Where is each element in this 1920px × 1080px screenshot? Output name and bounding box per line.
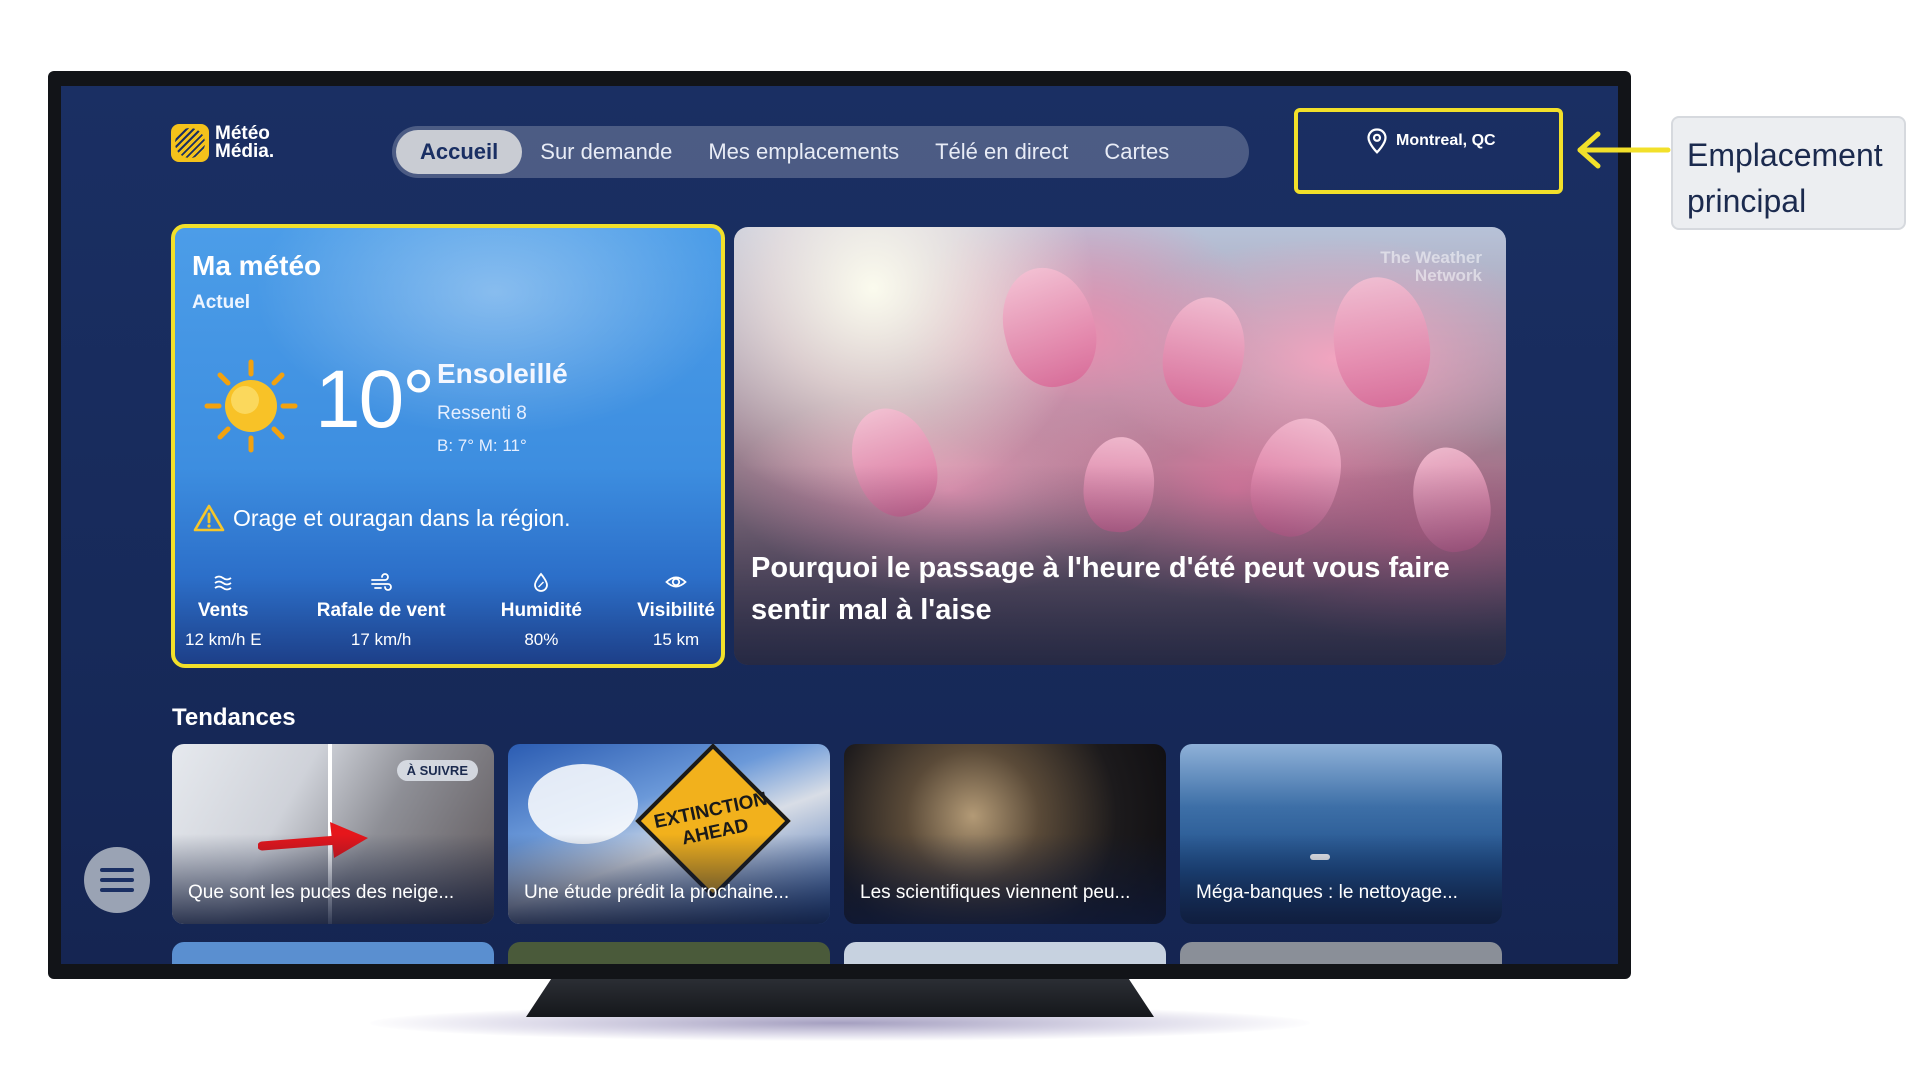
location-name: Montreal, QC — [1396, 132, 1496, 149]
flower-petal — [1325, 271, 1438, 413]
trending-card-partial[interactable] — [844, 942, 1166, 964]
stat-label: Vents — [197, 600, 249, 621]
stat-humidity: Humidité 80% — [501, 572, 582, 650]
hero-title: Pourquoi le passage à l'heure d'été peut… — [751, 552, 1450, 626]
temperature: 10° — [315, 354, 435, 445]
trending-card[interactable]: Les scientifiques viennent peu... — [844, 744, 1166, 924]
menu-button[interactable] — [84, 847, 150, 913]
card-title: Méga-banques : le nettoyage... — [1196, 882, 1458, 903]
tab-sur-demande[interactable]: Sur demande — [522, 130, 690, 174]
trending-card[interactable]: EXTINCTION AHEAD Une étude prédit la pro… — [508, 744, 830, 924]
alert-text: Orage et ouragan dans la région. — [233, 504, 571, 531]
main-nav: Accueil Sur demande Mes emplacements Tél… — [392, 126, 1249, 178]
tab-accueil[interactable]: Accueil — [396, 130, 523, 174]
humidity-icon — [534, 572, 549, 592]
hamburger-line — [100, 878, 134, 882]
weather-card-title: Ma météo — [192, 250, 322, 281]
card-title: Les scientifiques viennent peu... — [860, 882, 1131, 903]
tab-mes-emplacements[interactable]: Mes emplacements — [690, 130, 917, 174]
callout-arrow-icon — [1577, 131, 1671, 169]
trending-title: Tendances — [172, 704, 296, 731]
logo-text: Météo Média. — [215, 124, 275, 162]
trending-cards: À SUIVRE Que sont les puces des neige...… — [172, 744, 1508, 924]
card-shade — [172, 834, 494, 924]
feels-like: Ressenti 8 — [437, 403, 527, 424]
stat-value: 80% — [524, 630, 559, 649]
trending-card-partial[interactable] — [1180, 942, 1502, 964]
trending-card[interactable]: À SUIVRE Que sont les puces des neige... — [172, 744, 494, 924]
watermark-logo: The Weather Network — [1380, 249, 1482, 285]
weather-card-subtitle: Actuel — [192, 292, 251, 313]
map-pin-icon — [1367, 128, 1387, 154]
card-title: Que sont les puces des neige... — [188, 882, 455, 903]
wind-icon — [214, 575, 232, 591]
condition: Ensoleillé — [437, 358, 568, 389]
trending-card-partial[interactable] — [508, 942, 830, 964]
gust-icon — [371, 573, 392, 591]
card-title: Une étude prédit la prochaine... — [524, 882, 790, 903]
stat-value: 17 km/h — [350, 630, 412, 649]
stat-label: Humidité — [500, 600, 582, 621]
watermark-line-2: Network — [1414, 266, 1482, 285]
weather-alert[interactable]: Orage et ouragan dans la région. — [193, 504, 571, 532]
stat-gust: Rafale de vent 17 km/h — [317, 572, 446, 650]
callout-line-2: principal — [1687, 183, 1807, 219]
cloud-shape — [528, 764, 638, 844]
watermark-line-1: The Weather — [1380, 248, 1482, 267]
app-logo: Météo Média. — [171, 124, 274, 162]
stat-wind: Vents 12 km/h E — [185, 572, 262, 650]
sun-icon — [204, 359, 298, 453]
hamburger-line — [100, 868, 134, 872]
card-shade — [1180, 834, 1502, 924]
trending-row-2 — [172, 942, 1508, 964]
hamburger-line — [100, 888, 134, 892]
card-shade — [508, 834, 830, 924]
weather-stats: Vents 12 km/h E Rafale de vent 17 km/h H… — [185, 572, 715, 650]
card-shade — [844, 834, 1166, 924]
status-badge: À SUIVRE — [396, 760, 478, 781]
trending-card[interactable]: Méga-banques : le nettoyage... — [1180, 744, 1502, 924]
stat-label: Rafale de vent — [316, 600, 446, 621]
stat-value: 15 km — [652, 630, 700, 649]
tab-cartes[interactable]: Cartes — [1086, 130, 1187, 174]
stat-label: Visibilité — [637, 600, 715, 621]
tv-screen: Météo Média. Accueil Sur demande Mes emp… — [61, 86, 1618, 964]
logo-line-2: Média. — [215, 141, 275, 162]
location-button[interactable]: Montreal, QC — [1366, 128, 1496, 154]
warning-icon — [193, 504, 225, 532]
weather-card[interactable]: Ma météo Actuel 10° Ensoleillé Ressenti … — [171, 224, 725, 668]
stat-visibility: Visibilité 15 km — [637, 572, 715, 650]
flower-petal — [1155, 290, 1253, 414]
tab-tele-en-direct[interactable]: Télé en direct — [917, 130, 1086, 174]
callout-line-1: Emplacement — [1687, 137, 1883, 173]
logo-icon — [171, 124, 209, 162]
eye-icon — [665, 576, 687, 588]
flower-petal — [990, 257, 1108, 397]
low-high: B: 7° M: 11° — [437, 436, 527, 455]
stat-value: 12 km/h E — [185, 630, 262, 649]
hero-article-card[interactable]: The Weather Network Pourquoi le passage … — [734, 227, 1506, 665]
tv-stand — [526, 979, 1154, 1017]
callout-label: Emplacement principal — [1671, 116, 1906, 230]
trending-card-partial[interactable] — [172, 942, 494, 964]
